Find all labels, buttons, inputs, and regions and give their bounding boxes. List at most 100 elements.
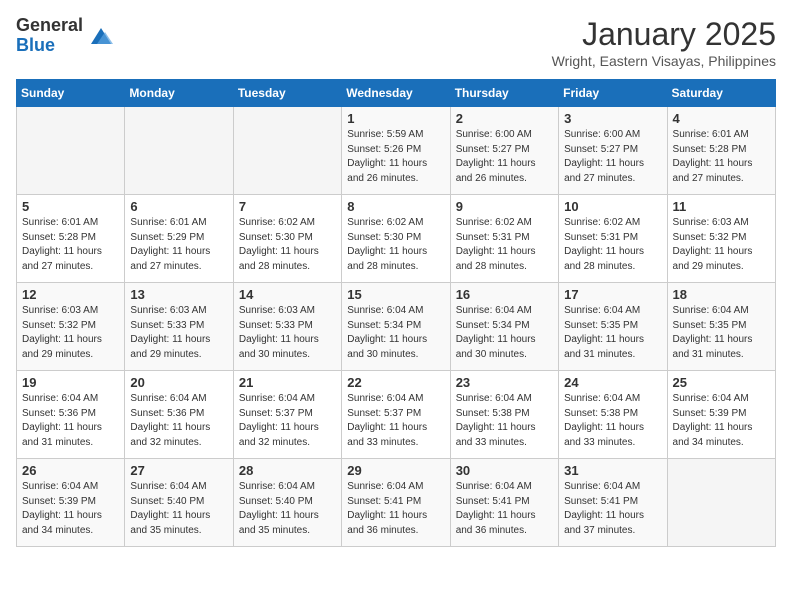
day-number: 6 bbox=[130, 199, 227, 214]
day-number: 11 bbox=[673, 199, 770, 214]
calendar-cell: 23Sunrise: 6:04 AM Sunset: 5:38 PM Dayli… bbox=[450, 371, 558, 459]
day-header-monday: Monday bbox=[125, 80, 233, 107]
day-info: Sunrise: 6:02 AM Sunset: 5:31 PM Dayligh… bbox=[564, 216, 661, 274]
day-info: Sunrise: 6:01 AM Sunset: 5:28 PM Dayligh… bbox=[22, 216, 119, 274]
day-info: Sunrise: 6:02 AM Sunset: 5:31 PM Dayligh… bbox=[456, 216, 553, 274]
day-info: Sunrise: 6:03 AM Sunset: 5:32 PM Dayligh… bbox=[673, 216, 770, 274]
day-info: Sunrise: 6:04 AM Sunset: 5:34 PM Dayligh… bbox=[456, 304, 553, 362]
title-block: January 2025 Wright, Eastern Visayas, Ph… bbox=[552, 16, 776, 69]
day-number: 10 bbox=[564, 199, 661, 214]
calendar-cell: 28Sunrise: 6:04 AM Sunset: 5:40 PM Dayli… bbox=[233, 459, 341, 547]
day-header-tuesday: Tuesday bbox=[233, 80, 341, 107]
day-info: Sunrise: 6:04 AM Sunset: 5:41 PM Dayligh… bbox=[456, 480, 553, 538]
day-number: 19 bbox=[22, 375, 119, 390]
calendar-cell: 5 Sunrise: 6:01 AM Sunset: 5:28 PM Daylig… bbox=[17, 195, 125, 283]
day-number: 17 bbox=[564, 287, 661, 302]
calendar-cell: 4 Sunrise: 6:01 AM Sunset: 5:28 PM Daylig… bbox=[667, 107, 775, 195]
calendar-week-row: 26Sunrise: 6:04 AM Sunset: 5:39 PM Dayli… bbox=[17, 459, 776, 547]
day-info: Sunrise: 6:01 AM Sunset: 5:28 PM Dayligh… bbox=[673, 128, 770, 186]
calendar-cell: 10 Sunrise: 6:02 AM Sunset: 5:31 PM Dayli… bbox=[559, 195, 667, 283]
calendar-cell: 3 Sunrise: 6:00 AM Sunset: 5:27 PM Daylig… bbox=[559, 107, 667, 195]
calendar-week-row: 1 Sunrise: 5:59 AM Sunset: 5:26 PM Daylig… bbox=[17, 107, 776, 195]
logo-blue-text: Blue bbox=[16, 36, 83, 56]
day-number: 4 bbox=[673, 111, 770, 126]
day-number: 12 bbox=[22, 287, 119, 302]
calendar-cell: 8Sunrise: 6:02 AM Sunset: 5:30 PM Daylig… bbox=[342, 195, 450, 283]
calendar-cell bbox=[667, 459, 775, 547]
day-header-friday: Friday bbox=[559, 80, 667, 107]
calendar-cell: 13Sunrise: 6:03 AM Sunset: 5:33 PM Dayli… bbox=[125, 283, 233, 371]
location-subtitle: Wright, Eastern Visayas, Philippines bbox=[552, 53, 776, 69]
calendar-cell: 20 Sunrise: 6:04 AM Sunset: 5:36 PM Dayli… bbox=[125, 371, 233, 459]
calendar-cell bbox=[233, 107, 341, 195]
day-number: 31 bbox=[564, 463, 661, 478]
calendar-cell: 26Sunrise: 6:04 AM Sunset: 5:39 PM Dayli… bbox=[17, 459, 125, 547]
calendar-cell: 22Sunrise: 6:04 AM Sunset: 5:37 PM Dayli… bbox=[342, 371, 450, 459]
calendar-cell: 27Sunrise: 6:04 AM Sunset: 5:40 PM Dayli… bbox=[125, 459, 233, 547]
calendar-week-row: 5 Sunrise: 6:01 AM Sunset: 5:28 PM Daylig… bbox=[17, 195, 776, 283]
day-info: Sunrise: 6:04 AM Sunset: 5:35 PM Dayligh… bbox=[564, 304, 661, 362]
calendar-week-row: 12 Sunrise: 6:03 AM Sunset: 5:32 PM Dayli… bbox=[17, 283, 776, 371]
calendar-cell: 21Sunrise: 6:04 AM Sunset: 5:37 PM Dayli… bbox=[233, 371, 341, 459]
day-info: Sunrise: 6:04 AM Sunset: 5:41 PM Dayligh… bbox=[347, 480, 444, 538]
calendar-cell: 17 Sunrise: 6:04 AM Sunset: 5:35 PM Dayli… bbox=[559, 283, 667, 371]
day-info: Sunrise: 6:01 AM Sunset: 5:29 PM Dayligh… bbox=[130, 216, 227, 274]
day-number: 27 bbox=[130, 463, 227, 478]
day-number: 15 bbox=[347, 287, 444, 302]
calendar-table: SundayMondayTuesdayWednesdayThursdayFrid… bbox=[16, 79, 776, 547]
calendar-cell: 12 Sunrise: 6:03 AM Sunset: 5:32 PM Dayli… bbox=[17, 283, 125, 371]
day-info: Sunrise: 6:04 AM Sunset: 5:41 PM Dayligh… bbox=[564, 480, 661, 538]
calendar-cell: 14 Sunrise: 6:03 AM Sunset: 5:33 PM Dayli… bbox=[233, 283, 341, 371]
day-number: 3 bbox=[564, 111, 661, 126]
day-info: Sunrise: 6:04 AM Sunset: 5:40 PM Dayligh… bbox=[239, 480, 336, 538]
day-number: 1 bbox=[347, 111, 444, 126]
day-info: Sunrise: 6:04 AM Sunset: 5:35 PM Dayligh… bbox=[673, 304, 770, 362]
day-number: 18 bbox=[673, 287, 770, 302]
calendar-cell: 15Sunrise: 6:04 AM Sunset: 5:34 PM Dayli… bbox=[342, 283, 450, 371]
day-number: 2 bbox=[456, 111, 553, 126]
day-number: 22 bbox=[347, 375, 444, 390]
day-number: 8 bbox=[347, 199, 444, 214]
calendar-header-row: SundayMondayTuesdayWednesdayThursdayFrid… bbox=[17, 80, 776, 107]
calendar-cell: 9 Sunrise: 6:02 AM Sunset: 5:31 PM Daylig… bbox=[450, 195, 558, 283]
day-info: Sunrise: 6:03 AM Sunset: 5:33 PM Dayligh… bbox=[239, 304, 336, 362]
calendar-cell: 19 Sunrise: 6:04 AM Sunset: 5:36 PM Dayli… bbox=[17, 371, 125, 459]
calendar-cell: 7 Sunrise: 6:02 AM Sunset: 5:30 PM Daylig… bbox=[233, 195, 341, 283]
day-info: Sunrise: 6:04 AM Sunset: 5:37 PM Dayligh… bbox=[239, 392, 336, 450]
day-info: Sunrise: 6:00 AM Sunset: 5:27 PM Dayligh… bbox=[564, 128, 661, 186]
calendar-cell bbox=[17, 107, 125, 195]
day-number: 14 bbox=[239, 287, 336, 302]
day-info: Sunrise: 6:04 AM Sunset: 5:39 PM Dayligh… bbox=[673, 392, 770, 450]
calendar-cell: 2Sunrise: 6:00 AM Sunset: 5:27 PM Daylig… bbox=[450, 107, 558, 195]
day-info: Sunrise: 5:59 AM Sunset: 5:26 PM Dayligh… bbox=[347, 128, 444, 186]
calendar-cell: 1 Sunrise: 5:59 AM Sunset: 5:26 PM Daylig… bbox=[342, 107, 450, 195]
day-number: 7 bbox=[239, 199, 336, 214]
logo-icon bbox=[87, 22, 115, 50]
day-header-saturday: Saturday bbox=[667, 80, 775, 107]
day-header-sunday: Sunday bbox=[17, 80, 125, 107]
logo-general-text: General bbox=[16, 16, 83, 36]
day-info: Sunrise: 6:04 AM Sunset: 5:36 PM Dayligh… bbox=[130, 392, 227, 450]
day-info: Sunrise: 6:02 AM Sunset: 5:30 PM Dayligh… bbox=[239, 216, 336, 274]
day-number: 25 bbox=[673, 375, 770, 390]
day-info: Sunrise: 6:03 AM Sunset: 5:33 PM Dayligh… bbox=[130, 304, 227, 362]
day-info: Sunrise: 6:04 AM Sunset: 5:36 PM Dayligh… bbox=[22, 392, 119, 450]
day-number: 24 bbox=[564, 375, 661, 390]
day-number: 20 bbox=[130, 375, 227, 390]
day-header-thursday: Thursday bbox=[450, 80, 558, 107]
calendar-cell: 18 Sunrise: 6:04 AM Sunset: 5:35 PM Dayli… bbox=[667, 283, 775, 371]
calendar-cell: 6 Sunrise: 6:01 AM Sunset: 5:29 PM Daylig… bbox=[125, 195, 233, 283]
calendar-body: 1 Sunrise: 5:59 AM Sunset: 5:26 PM Daylig… bbox=[17, 107, 776, 547]
day-header-wednesday: Wednesday bbox=[342, 80, 450, 107]
calendar-cell: 30 Sunrise: 6:04 AM Sunset: 5:41 PM Dayli… bbox=[450, 459, 558, 547]
day-info: Sunrise: 6:04 AM Sunset: 5:38 PM Dayligh… bbox=[456, 392, 553, 450]
day-number: 16 bbox=[456, 287, 553, 302]
day-info: Sunrise: 6:03 AM Sunset: 5:32 PM Dayligh… bbox=[22, 304, 119, 362]
day-info: Sunrise: 6:04 AM Sunset: 5:39 PM Dayligh… bbox=[22, 480, 119, 538]
day-number: 5 bbox=[22, 199, 119, 214]
day-number: 30 bbox=[456, 463, 553, 478]
calendar-cell: 11 Sunrise: 6:03 AM Sunset: 5:32 PM Dayli… bbox=[667, 195, 775, 283]
calendar-cell: 16 Sunrise: 6:04 AM Sunset: 5:34 PM Dayli… bbox=[450, 283, 558, 371]
day-number: 9 bbox=[456, 199, 553, 214]
month-title: January 2025 bbox=[552, 16, 776, 53]
